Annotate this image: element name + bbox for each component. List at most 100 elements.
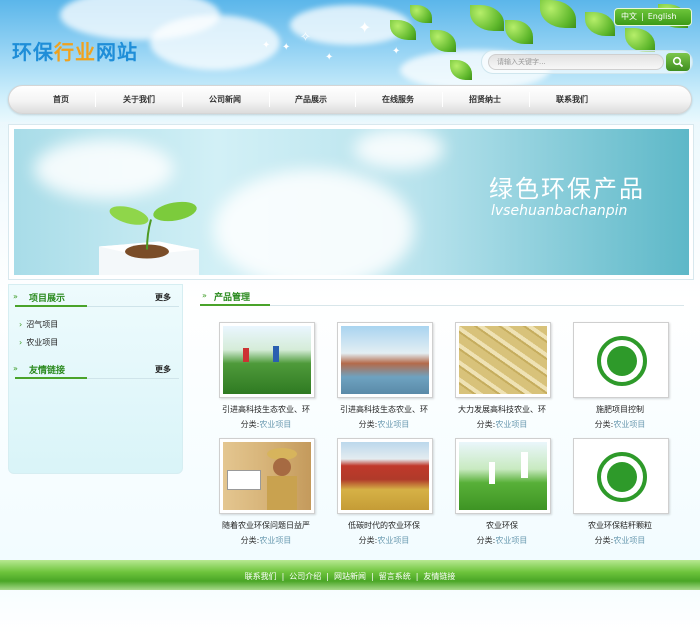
category-label: 分类: bbox=[358, 420, 378, 429]
nav-about[interactable]: 关于我们 bbox=[99, 86, 179, 113]
sidebar-item-agriculture[interactable]: › 农业项目 bbox=[19, 337, 58, 348]
product-name[interactable]: 施肥项目控制 bbox=[564, 404, 676, 415]
product-thumbnail[interactable] bbox=[573, 322, 669, 398]
lang-en-link[interactable]: English bbox=[648, 9, 677, 25]
nav-divider bbox=[95, 92, 96, 107]
tea-field-photo bbox=[223, 326, 311, 394]
category-link[interactable]: 农业项目 bbox=[377, 536, 409, 545]
product-name[interactable]: 农业环保 bbox=[446, 520, 558, 531]
logo-text-part3: 网站 bbox=[96, 40, 138, 64]
field-workers-photo bbox=[459, 442, 547, 510]
category-label: 分类: bbox=[240, 420, 260, 429]
search-input[interactable]: 请输入关键字... bbox=[488, 54, 664, 70]
cloud-decoration bbox=[354, 129, 444, 169]
product-thumbnail[interactable] bbox=[219, 438, 315, 514]
footer-link-contact[interactable]: 联系我们 bbox=[245, 572, 277, 581]
links-heading: » 友情链接 更多 bbox=[13, 361, 179, 379]
leaf-decoration bbox=[540, 0, 576, 28]
leaf-decoration bbox=[410, 5, 432, 23]
projects-more-link[interactable]: 更多 bbox=[155, 292, 171, 303]
village-photo bbox=[341, 326, 429, 394]
product-thumbnail[interactable] bbox=[337, 322, 433, 398]
product-name[interactable]: 大力发展高科技农业、环 bbox=[446, 404, 558, 415]
product-thumbnail[interactable] bbox=[455, 322, 551, 398]
lang-separator: | bbox=[641, 12, 644, 21]
dove-icon: ✦ bbox=[325, 52, 334, 63]
nav-home[interactable]: 首页 bbox=[31, 86, 91, 113]
links-more-link[interactable]: 更多 bbox=[155, 364, 171, 375]
cloud-decoration bbox=[150, 15, 280, 70]
category-label: 分类: bbox=[240, 536, 260, 545]
banner-title: 绿色环保产品 bbox=[489, 175, 645, 203]
product-card[interactable]: 农业环保秸秆颗粒 分类:农业项目 bbox=[572, 438, 690, 553]
category-link[interactable]: 农业项目 bbox=[259, 536, 291, 545]
green-seal-icon bbox=[597, 336, 647, 386]
category-link[interactable]: 农业项目 bbox=[259, 420, 291, 429]
dove-icon: ✦ bbox=[392, 46, 401, 57]
links-title: 友情链接 bbox=[29, 366, 66, 376]
product-thumbnail[interactable] bbox=[337, 438, 433, 514]
product-card[interactable]: 低碳时代的农业环保 分类:农业项目 bbox=[336, 438, 454, 553]
category-link[interactable]: 农业项目 bbox=[613, 536, 645, 545]
green-seal-icon bbox=[597, 452, 647, 502]
product-name[interactable]: 引进高科技生态农业、环 bbox=[210, 404, 322, 415]
product-category: 分类:农业项目 bbox=[564, 419, 676, 430]
projects-heading: » 项目展示 更多 bbox=[13, 289, 179, 307]
sun-glow bbox=[214, 169, 414, 275]
nav-divider bbox=[182, 92, 183, 107]
nav-jobs[interactable]: 招贤纳士 bbox=[445, 86, 525, 113]
nav-news[interactable]: 公司新闻 bbox=[185, 86, 265, 113]
product-card[interactable]: 引进高科技生态农业、环 分类:农业项目 bbox=[218, 322, 336, 437]
category-link[interactable]: 农业项目 bbox=[377, 420, 409, 429]
footer-separator: | bbox=[326, 572, 329, 581]
main-nav: 首页 关于我们 公司新闻 产品展示 在线服务 招贤纳士 联系我们 bbox=[8, 85, 692, 114]
products-title: 产品管理 bbox=[214, 293, 251, 303]
projects-title: 项目展示 bbox=[29, 294, 66, 304]
logo-text-part1: 环保 bbox=[12, 40, 54, 64]
nav-products[interactable]: 产品展示 bbox=[271, 86, 351, 113]
product-card[interactable]: 大力发展高科技农业、环 分类:农业项目 bbox=[454, 322, 572, 437]
pellets-photo bbox=[459, 326, 547, 394]
leaf-decoration bbox=[430, 30, 456, 52]
product-thumbnail[interactable] bbox=[573, 438, 669, 514]
footer-link-news[interactable]: 网站新闻 bbox=[334, 572, 366, 581]
product-category: 分类:农业项目 bbox=[564, 535, 676, 546]
footer-links: 联系我们 | 公司介绍 | 网站新闻 | 留言系统 | 友情链接 bbox=[0, 571, 700, 582]
heading-underline bbox=[200, 304, 270, 306]
footer-link-guestbook[interactable]: 留言系统 bbox=[379, 572, 411, 581]
product-name[interactable]: 低碳时代的农业环保 bbox=[328, 520, 440, 531]
footer-link-about[interactable]: 公司介绍 bbox=[289, 572, 321, 581]
search-button[interactable] bbox=[666, 53, 690, 71]
product-name[interactable]: 农业环保秸秆颗粒 bbox=[564, 520, 676, 531]
category-link[interactable]: 农业项目 bbox=[495, 536, 527, 545]
footer: 联系我们 | 公司介绍 | 网站新闻 | 留言系统 | 友情链接 bbox=[0, 560, 700, 590]
language-switcher: 中文 | English bbox=[614, 8, 692, 26]
leaf-decoration bbox=[585, 12, 615, 36]
sidebar-item-label: 沼气项目 bbox=[26, 320, 59, 329]
product-category: 分类:农业项目 bbox=[210, 535, 322, 546]
category-label: 分类: bbox=[358, 536, 378, 545]
sidebar-item-label: 农业项目 bbox=[26, 338, 59, 347]
product-thumbnail[interactable] bbox=[455, 438, 551, 514]
nav-contact[interactable]: 联系我们 bbox=[532, 86, 612, 113]
category-link[interactable]: 农业项目 bbox=[495, 420, 527, 429]
site-logo[interactable]: 环保行业网站 bbox=[12, 36, 138, 65]
dove-icon: ✦ bbox=[282, 42, 291, 53]
sidebar-item-biogas[interactable]: › 沼气项目 bbox=[19, 319, 58, 330]
product-card[interactable]: 随着农业环保问题日益严 分类:农业项目 bbox=[218, 438, 336, 553]
product-card[interactable]: 施肥项目控制 分类:农业项目 bbox=[572, 322, 690, 437]
lang-zh-link[interactable]: 中文 bbox=[621, 9, 637, 25]
nav-divider bbox=[529, 92, 530, 107]
nav-divider bbox=[355, 92, 356, 107]
footer-link-friends[interactable]: 友情链接 bbox=[423, 572, 455, 581]
product-thumbnail[interactable] bbox=[219, 322, 315, 398]
product-card[interactable]: 农业环保 分类:农业项目 bbox=[454, 438, 572, 553]
product-card[interactable]: 引进高科技生态农业、环 分类:农业项目 bbox=[336, 322, 454, 437]
category-label: 分类: bbox=[476, 536, 496, 545]
category-label: 分类: bbox=[594, 420, 614, 429]
category-link[interactable]: 农业项目 bbox=[613, 420, 645, 429]
product-name[interactable]: 引进高科技生态农业、环 bbox=[328, 404, 440, 415]
product-name[interactable]: 随着农业环保问题日益严 bbox=[210, 520, 322, 531]
nav-service[interactable]: 在线服务 bbox=[358, 86, 438, 113]
heading-underline bbox=[15, 377, 87, 379]
